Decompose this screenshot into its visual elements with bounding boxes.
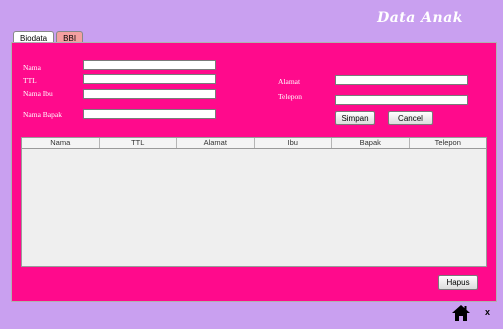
nama-label: Nama: [23, 63, 41, 72]
column-header-nama[interactable]: Nama: [22, 138, 100, 148]
column-header-bapak[interactable]: Bapak: [332, 138, 410, 148]
alamat-label: Alamat: [278, 77, 301, 86]
ttl-label: TTL: [23, 76, 37, 85]
simpan-button[interactable]: Simpan: [335, 111, 375, 125]
column-header-ibu[interactable]: Ibu: [255, 138, 332, 148]
table-header: Nama TTL Alamat Ibu Bapak Telepon: [22, 138, 486, 149]
nama-field[interactable]: [83, 60, 216, 70]
app-title: Data Anak: [377, 10, 463, 26]
telepon-label: Telepon: [278, 92, 303, 101]
nama-ibu-field[interactable]: [83, 89, 216, 99]
hapus-button[interactable]: Hapus: [438, 275, 478, 290]
nama-bapak-label: Nama Bapak: [23, 110, 62, 119]
nama-ibu-label: Nama Ibu: [23, 89, 53, 98]
column-header-ttl[interactable]: TTL: [100, 138, 177, 148]
ttl-field[interactable]: [83, 74, 216, 84]
close-button[interactable]: x: [485, 307, 490, 317]
cancel-button[interactable]: Cancel: [388, 111, 433, 125]
nama-bapak-field[interactable]: [83, 109, 216, 119]
home-icon[interactable]: [452, 304, 470, 322]
telepon-field[interactable]: [335, 95, 468, 105]
column-header-telepon[interactable]: Telepon: [410, 138, 487, 148]
data-table[interactable]: Nama TTL Alamat Ibu Bapak Telepon: [21, 137, 487, 267]
alamat-field[interactable]: [335, 75, 468, 85]
column-header-alamat[interactable]: Alamat: [177, 138, 255, 148]
biodata-panel: Nama TTL Nama Ibu Nama Bapak Alamat Tele…: [11, 42, 497, 302]
